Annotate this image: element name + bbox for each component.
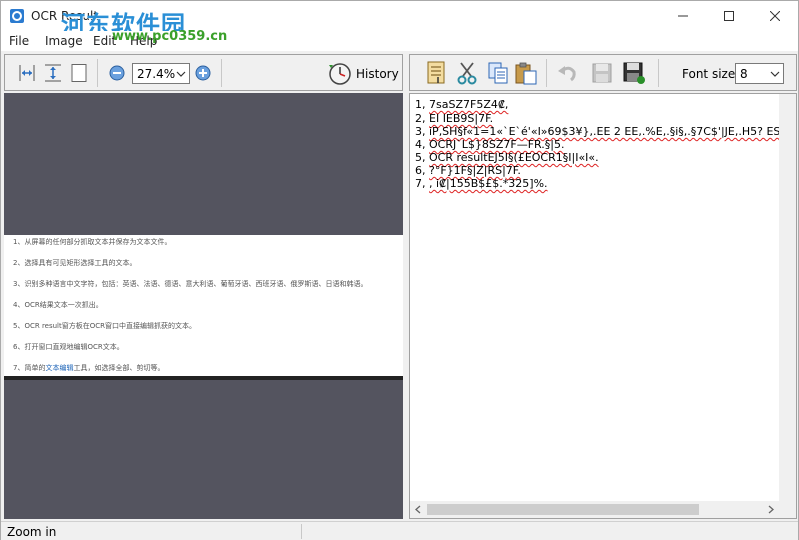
ocr-line-number: 7, (415, 177, 426, 190)
minimize-button[interactable] (660, 1, 706, 31)
scroll-right-icon[interactable] (766, 505, 775, 514)
image-text-segment: 7、简单的 (13, 364, 46, 372)
vertical-scrollbar[interactable] (779, 94, 796, 502)
status-text: Zoom in (7, 525, 57, 539)
clock-icon (329, 63, 351, 85)
image-text-line: 4、OCR结果文本一次抓出。 (13, 301, 103, 309)
ocr-line-text: iP,SH§f«1=1«`E`é'«I»69$3¥},.EE 2 EE,.%E,… (429, 125, 797, 138)
fit-height-icon[interactable] (43, 63, 63, 83)
toolbar-separator (546, 59, 547, 87)
ocr-line: 5, OCR resultEJ5I§(£EOCR1§I|I«I«. (415, 151, 599, 164)
chevron-down-icon (176, 71, 186, 77)
ocr-line-number: 4, (415, 138, 426, 151)
ocr-line: 1, 7saSZ7F5Z4₡, (415, 98, 508, 111)
zoom-in-icon[interactable] (193, 63, 213, 83)
image-text-line: 3、识别多种语言中文字符，包括：英语、法语、德语、意大利语、葡萄牙语、西班牙语、… (13, 280, 368, 288)
zoom-select[interactable]: 27.4% (132, 63, 190, 84)
watermark-url: www.pc0359.cn (112, 29, 228, 44)
text-toolbar: Font size: 8 (409, 54, 797, 91)
ocr-line-text: OCR resultEJ5I§(£EOCR1§I|I«I«. (429, 151, 599, 164)
zoom-value: 27.4% (137, 67, 176, 81)
save-icon[interactable] (591, 62, 613, 84)
ocr-line-number: 5, (415, 151, 426, 164)
history-button[interactable]: History (328, 61, 399, 87)
ocr-line-text: , i₡|155B$£$.*325]%. (429, 177, 548, 190)
ocr-line-text: EI IEB9S|7F. (429, 112, 494, 125)
scroll-thumb[interactable] (427, 504, 699, 515)
image-toolbar: 27.4% History (4, 54, 403, 91)
image-shadow (4, 376, 403, 380)
captured-image: 1、从屏幕的任何部分抓取文本并保存为文本文件。 2、选择具有可见矩形选择工具的文… (4, 235, 403, 376)
ocr-text-editor[interactable]: 1, 7saSZ7F5Z4₡, 2, EI IEB9S|7F. 3, iP,SH… (409, 93, 797, 519)
document-icon[interactable] (425, 61, 447, 85)
toolbar-separator (221, 59, 222, 87)
image-text-line: 5、OCR result窗方板在OCR窗口中直接编辑抓获的文本。 (13, 322, 197, 330)
ocr-line-text: ?°F}1F§|Z|RS|7F. (429, 164, 521, 177)
ocr-line: 7, , i₡|155B$£$.*325]%. (415, 177, 548, 190)
image-preview[interactable]: 1、从屏幕的任何部分抓取文本并保存为文本文件。 2、选择具有可见矩形选择工具的文… (4, 93, 403, 519)
scroll-corner (779, 501, 796, 518)
status-divider (301, 524, 302, 539)
ocr-line-number: 2, (415, 112, 426, 125)
image-text-highlight: 文本编辑 (45, 364, 74, 372)
font-size-label: Font size: (682, 67, 740, 81)
ocr-line: 3, iP,SH§f«1=1«`E`é'«I»69$3¥},.EE 2 EE,.… (415, 125, 797, 138)
actual-size-icon[interactable] (69, 63, 89, 83)
fit-width-icon[interactable] (17, 63, 37, 83)
close-icon (770, 11, 780, 21)
ocr-line: 6, ?°F}1F§|Z|RS|7F. (415, 164, 521, 177)
ocr-line-number: 1, (415, 98, 426, 111)
ocr-line-number: 6, (415, 164, 426, 177)
zoom-out-icon[interactable] (107, 63, 127, 83)
font-size-value: 8 (740, 67, 748, 81)
history-label: History (356, 67, 399, 81)
image-text-segment: 工具，如选择全部、剪切等。 (73, 364, 165, 372)
cut-icon[interactable] (455, 61, 479, 85)
image-text-line: 7、简单的文本编辑工具，如选择全部、剪切等。 (13, 363, 164, 373)
title-bar[interactable]: OCR Result 河东软件园 (1, 1, 798, 39)
menu-file[interactable]: File (9, 34, 29, 48)
save-as-icon[interactable] (622, 61, 646, 85)
minimize-icon (678, 15, 688, 17)
close-button[interactable] (752, 1, 798, 31)
ocr-line-text: OCRJ`L$}8SZ7F—FR.§|5. (429, 138, 565, 151)
menu-image[interactable]: Image (45, 34, 83, 48)
ocr-line: 2, EI IEB9S|7F. (415, 112, 493, 125)
font-size-select[interactable]: 8 (735, 63, 784, 84)
image-text-line: 1、从屏幕的任何部分抓取文本并保存为文本文件。 (13, 238, 172, 246)
copy-icon[interactable] (486, 61, 510, 85)
toolbar-separator (97, 59, 98, 87)
chevron-down-icon (770, 71, 780, 77)
ocr-line: 4, OCRJ`L$}8SZ7F—FR.§|5. (415, 138, 564, 151)
app-icon (10, 9, 24, 23)
ocr-line-text: 7saSZ7F5Z4₡, (429, 98, 509, 111)
image-text-line: 6、打开窗口直观地编辑OCR文本。 (13, 343, 124, 351)
image-text-line: 2、选择具有可见矩形选择工具的文本。 (13, 259, 137, 267)
toolbar-separator (658, 59, 659, 87)
horizontal-scrollbar[interactable] (410, 501, 796, 518)
ocr-result-window: OCR Result 河东软件园 File Image Edit Help ww… (0, 0, 799, 540)
maximize-button[interactable] (706, 1, 752, 31)
paste-icon[interactable] (514, 61, 538, 85)
ocr-line-number: 3, (415, 125, 426, 138)
scroll-left-icon[interactable] (414, 505, 423, 514)
maximize-icon (724, 11, 734, 21)
status-bar: Zoom in (1, 521, 798, 540)
menu-bar: File Image Edit Help www.pc0359.cn (1, 29, 798, 51)
undo-icon[interactable] (556, 62, 578, 84)
